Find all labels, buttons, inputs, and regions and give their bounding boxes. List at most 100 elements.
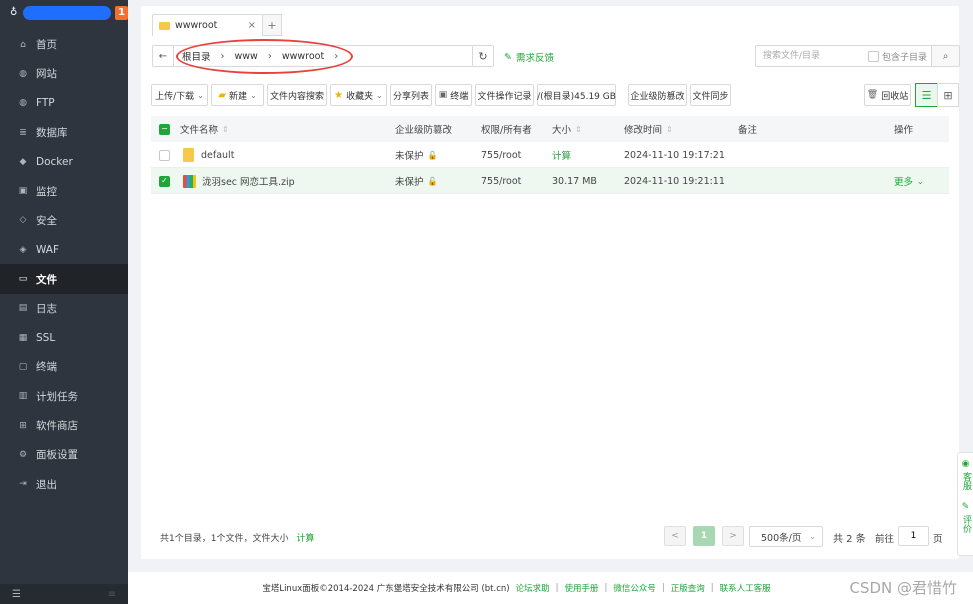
refresh-button[interactable]: ↻ (472, 45, 494, 67)
sidebar-item-label: FTP (36, 97, 55, 110)
prev-page-button[interactable]: < (664, 526, 686, 546)
favorites-button[interactable]: ★ 收藏夹 ⌄ (330, 84, 387, 106)
content-search-button[interactable]: 文件内容搜索 (267, 84, 327, 106)
share-list-button[interactable]: 分享列表 (390, 84, 432, 106)
tab-wwwroot[interactable]: wwwroot × (152, 14, 263, 36)
checkbox[interactable] (868, 50, 879, 62)
logo-row: ♁ 1 (0, 0, 128, 26)
sidebar-item-11[interactable]: ▢ 终端 (0, 352, 128, 381)
search-box: 包含子目录 ⌕ (755, 45, 960, 67)
list-view-icon[interactable]: ☰ (915, 83, 938, 107)
row-tamper-cell[interactable]: 未保护 🔓 (395, 168, 437, 194)
sort-icon[interactable]: ⇕ (575, 125, 582, 134)
page-1-button[interactable]: 1 (693, 526, 715, 546)
select-all-cell[interactable]: − (159, 116, 170, 142)
goto-label: 前往 (875, 534, 895, 545)
table-row[interactable]: default 未保护 🔓 755/root 计算 2024-11-10 19:1… (151, 142, 949, 168)
sidebar-item-3[interactable]: ≣ 数据库 (0, 118, 128, 147)
add-tab-button[interactable]: + (263, 14, 282, 36)
sidebar-item-7[interactable]: ◈ WAF (0, 235, 128, 264)
recycle-bin-button[interactable]: 🗑 回收站 (864, 84, 911, 106)
zip-archive-icon (183, 174, 196, 188)
sidebar-item-1[interactable]: ◍ 网站 (0, 59, 128, 88)
footer-link-support[interactable]: 联系人工客服 (720, 582, 771, 594)
folder-icon (159, 21, 170, 30)
row-name-cell[interactable]: default (183, 142, 234, 168)
terminal-button[interactable]: ▣ 终端 (435, 84, 472, 106)
crumb-wwwroot[interactable]: wwwroot (282, 51, 324, 62)
sidebar-item-12[interactable]: ▥ 计划任务 (0, 382, 128, 411)
service-label[interactable]: 客服 (960, 472, 971, 490)
notification-badge[interactable]: 1 (115, 6, 128, 20)
new-button[interactable]: ▰ 新建 ⌄ (211, 84, 264, 106)
footer-link-wechat[interactable]: 微信公众号 (613, 582, 656, 594)
grid-view-icon[interactable]: ⊞ (937, 83, 959, 107)
row-checkbox-cell[interactable]: ✓ (159, 168, 170, 194)
header-size[interactable]: 大小 ⇕ (552, 116, 582, 142)
footer-link-license[interactable]: 正版查询 (671, 582, 705, 594)
row-checkbox-checked[interactable]: ✓ (159, 175, 170, 187)
search-icon[interactable]: ⌕ (931, 46, 959, 66)
footer-link-manual[interactable]: 使用手册 (564, 582, 598, 594)
row-checkbox[interactable] (159, 149, 170, 161)
sidebar-item-10[interactable]: ▦ SSL (0, 323, 128, 352)
next-page-button[interactable]: > (722, 526, 744, 546)
more-menu-button[interactable]: 更多 ⌄ (894, 168, 924, 194)
header-perm: 权限/所有者 (481, 125, 532, 136)
sidebar-item-8[interactable]: ▭ 文件 (0, 264, 128, 294)
footer-link-forum[interactable]: 论坛求助 (516, 582, 550, 594)
review-label[interactable]: 评价 (960, 515, 971, 533)
lock-icon[interactable]: 🔓 (428, 177, 438, 186)
collapse-menu-icon[interactable]: ☰ (12, 589, 21, 600)
close-icon[interactable]: × (248, 20, 256, 31)
sidebar-item-5[interactable]: ▣ 监控 (0, 176, 128, 205)
crumb-www[interactable]: www (235, 51, 258, 62)
upload-download-button[interactable]: 上传/下载 ⌄ (151, 84, 208, 106)
sidebar-item-label: 安全 (36, 214, 57, 227)
calc-size-link[interactable]: 计算 (552, 142, 571, 168)
sidebar-item-14[interactable]: ⚙ 面板设置 (0, 440, 128, 469)
sidebar-item-0[interactable]: ⌂ 首页 (0, 30, 128, 59)
tamper-button[interactable]: 企业级防篡改 (628, 84, 687, 106)
lock-icon[interactable]: 🔓 (428, 151, 438, 160)
sidebar-item-label: 退出 (36, 478, 57, 491)
row-tamper-cell[interactable]: 未保护 🔓 (395, 142, 437, 168)
file-table: − 文件名称 ⇕ 企业级防篡改 权限/所有者 大小 ⇕ 修改时间 ⇕ 备注 操作 de… (151, 116, 949, 194)
sidebar-item-2[interactable]: ◍ FTP (0, 89, 128, 118)
file-sync-button[interactable]: 文件同步 (690, 84, 731, 106)
header-name[interactable]: 文件名称 ⇕ (180, 116, 229, 142)
goto-page-input[interactable] (898, 526, 929, 546)
file-name[interactable]: default (201, 150, 234, 161)
search-input[interactable] (756, 47, 864, 65)
breadcrumb[interactable]: 根目录 › www › wwwroot › (173, 45, 473, 67)
row-checkbox-cell[interactable] (159, 142, 170, 168)
table-row[interactable]: ✓ 泷羽sec 网恋工具.zip 未保护 🔓 755/root 30.17 MB … (151, 168, 949, 194)
file-op-log-button[interactable]: 文件操作记录 (475, 84, 534, 106)
per-page-select[interactable]: 500条/页 ⌄ (749, 526, 823, 547)
select-all-checkbox[interactable]: − (159, 123, 170, 135)
file-name[interactable]: 泷羽sec 网恋工具.zip (202, 174, 295, 188)
sidebar-item-label: SSL (36, 331, 56, 344)
sidebar-item-label: 监控 (36, 185, 57, 198)
disk-button[interactable]: /(根目录)45.19 GB (537, 84, 616, 106)
row-perm-cell[interactable]: 755/root (481, 142, 521, 168)
row-perm-cell[interactable]: 755/root (481, 168, 521, 194)
crumb-root[interactable]: 根目录 (182, 49, 211, 63)
divider: | (661, 583, 665, 593)
sort-icon[interactable]: ⇕ (222, 125, 229, 134)
row-name-cell[interactable]: 泷羽sec 网恋工具.zip (183, 168, 295, 194)
back-arrow-icon[interactable]: ← (152, 45, 174, 67)
calc-total-link[interactable]: 计算 (296, 534, 314, 544)
sort-icon[interactable]: ⇕ (666, 125, 673, 134)
floating-service-widget[interactable]: ◉ 客服 ✎ 评价 (957, 452, 973, 556)
sidebar-item-15[interactable]: ⇥ 退出 (0, 469, 128, 498)
sidebar-item-4[interactable]: ◆ Docker (0, 147, 128, 176)
sidebar-item-9[interactable]: ▤ 日志 (0, 294, 128, 323)
include-subdir-checkbox[interactable]: 包含子目录 (868, 50, 927, 63)
sidebar-item-label: Docker (36, 155, 73, 168)
sidebar-item-13[interactable]: ⊞ 软件商店 (0, 411, 128, 440)
header-mtime[interactable]: 修改时间 ⇕ (624, 116, 673, 142)
feedback-link[interactable]: ✎ 需求反馈 (504, 50, 554, 65)
sidebar-item-6[interactable]: ◇ 安全 (0, 206, 128, 235)
tab-label: wwwroot (175, 20, 218, 31)
